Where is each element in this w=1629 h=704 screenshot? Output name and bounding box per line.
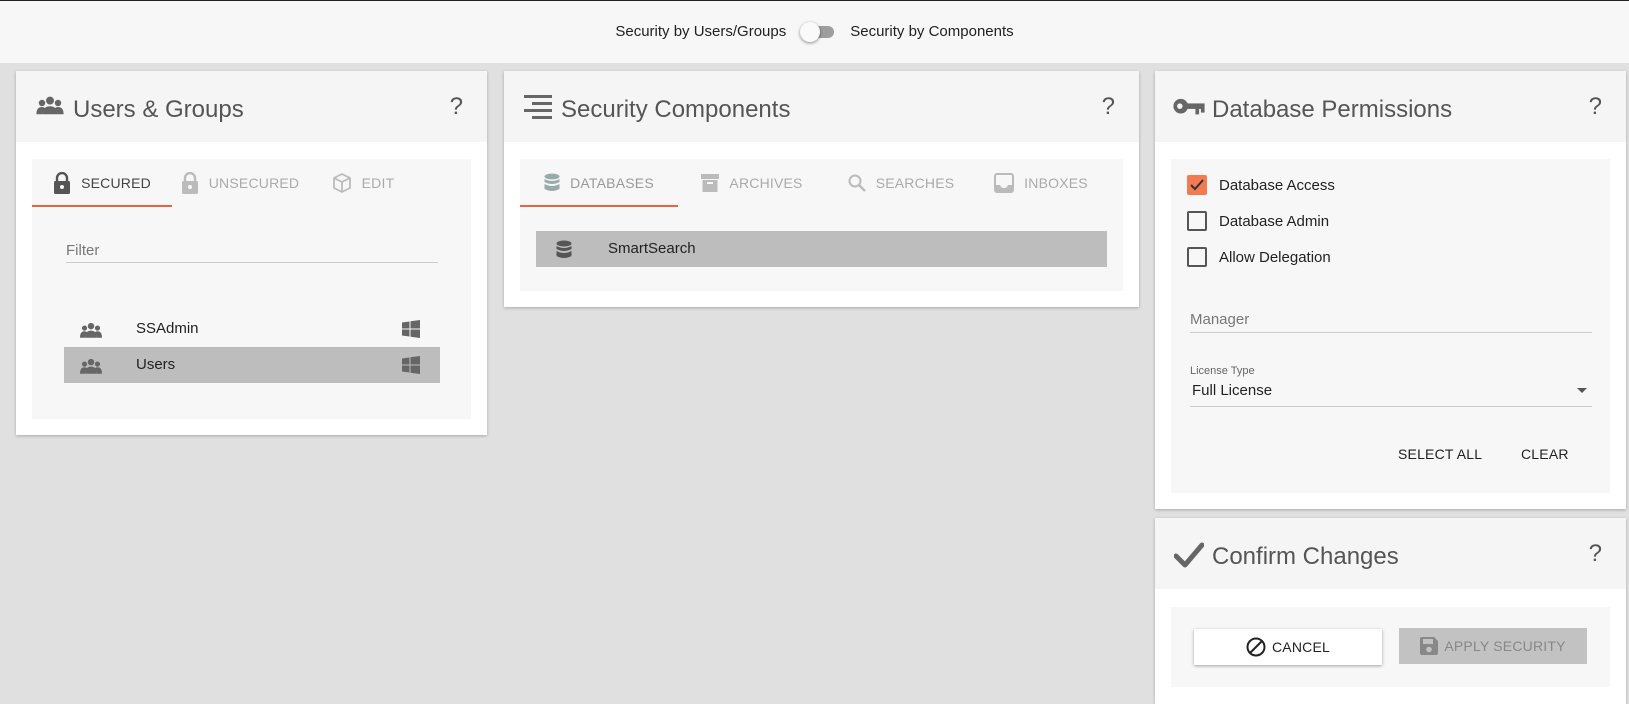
tab-archives[interactable]: ARCHIVES [678,159,826,207]
license-type-select[interactable]: Full License [1190,381,1592,407]
list-item-label: SmartSearch [608,240,696,257]
search-icon [848,174,866,192]
license-type-label: License Type [1190,365,1255,377]
mode-components-label[interactable]: Security by Components [842,23,1021,40]
cube-icon [332,173,351,193]
list-item[interactable]: SmartSearch [536,231,1107,267]
tab-archives-label: ARCHIVES [729,175,803,191]
security-components-panel: Security Components ? DATABASES ARCHIVES [504,71,1139,307]
database-icon [544,173,560,191]
checkbox-checked[interactable] [1187,175,1207,195]
tab-edit-label: EDIT [361,175,395,191]
confirm-changes-header: Confirm Changes ? [1155,518,1626,589]
list-item-label: SSAdmin [136,320,199,337]
users-groups-title: Users & Groups [73,96,244,123]
group-icon [80,322,102,338]
cancel-label: CANCEL [1272,639,1330,655]
select-all-button[interactable]: SELECT ALL [1398,446,1482,462]
checkbox-unchecked[interactable] [1187,247,1207,267]
archive-icon [701,174,720,192]
confirm-changes-panel: Confirm Changes ? CANCEL APPLY SECURITY [1155,518,1626,704]
help-button[interactable]: ? [1102,93,1115,121]
confirm-changes-title: Confirm Changes [1212,543,1399,570]
database-permissions-title: Database Permissions [1212,96,1453,123]
cancel-button[interactable]: CANCEL [1194,629,1382,665]
inbox-icon [994,173,1015,193]
help-button[interactable]: ? [450,93,463,121]
users-groups-tabs: SECURED UNSECURED EDIT [32,159,471,207]
clear-button[interactable]: CLEAR [1521,446,1569,462]
list-item-label: Users [136,356,176,373]
security-components-header: Security Components ? [504,71,1139,142]
filter-input[interactable]: Filter [66,242,438,263]
database-permissions-header: Database Permissions ? [1155,71,1626,142]
component-tabs: DATABASES ARCHIVES SEARCHES INBOXES [520,159,1123,207]
database-access-checkbox[interactable]: Database Access [1187,175,1335,195]
confirm-changes-body: CANCEL APPLY SECURITY [1171,607,1610,687]
tab-secured-label: SECURED [81,175,151,191]
windows-icon [402,356,420,374]
manager-placeholder: Manager [1190,311,1250,328]
apply-security-button[interactable]: APPLY SECURITY [1399,628,1587,664]
tab-unsecured[interactable]: UNSECURED [172,159,308,207]
tab-databases-label: DATABASES [570,175,654,191]
allow-delegation-checkbox[interactable]: Allow Delegation [1187,247,1331,267]
group-icon [80,358,102,374]
filter-placeholder: Filter [66,242,100,259]
check-icon [1190,179,1204,191]
mode-users-groups-label[interactable]: Security by Users/Groups [607,23,794,40]
checkmark-icon [1174,542,1204,568]
key-icon [1173,98,1205,115]
security-mode-toggle: Security by Users/Groups Security by Com… [0,21,1629,42]
security-components-body: DATABASES ARCHIVES SEARCHES INBOXES Smar… [520,159,1123,291]
unlock-icon [181,172,198,194]
align-right-icon [524,95,552,119]
security-components-title: Security Components [561,96,791,123]
tab-inboxes[interactable]: INBOXES [976,159,1106,207]
cancel-icon [1246,637,1266,657]
users-groups-header: Users & Groups ? [16,71,487,142]
tab-edit[interactable]: EDIT [308,159,418,207]
tab-databases[interactable]: DATABASES [520,159,678,207]
database-permissions-body: Database Access Database Admin Allow Del… [1171,159,1610,493]
users-groups-panel: Users & Groups ? SECURED UNSECURED EDIT … [16,71,487,435]
save-icon [1420,637,1439,655]
windows-icon [402,320,420,338]
switch-knob[interactable] [800,22,821,42]
tab-searches-label: SEARCHES [875,175,955,191]
database-permissions-panel: Database Permissions ? Database Access D… [1155,71,1626,509]
checkbox-unchecked[interactable] [1187,211,1207,231]
security-mode-switch[interactable] [800,21,836,42]
caret-down-icon [1577,388,1587,393]
tab-unsecured-label: UNSECURED [208,175,300,191]
checkbox-label: Database Admin [1219,212,1330,230]
help-button[interactable]: ? [1589,93,1602,121]
people-icon [36,96,64,115]
help-button[interactable]: ? [1589,540,1602,568]
checkbox-label: Database Access [1219,176,1335,194]
select-underline [1190,406,1592,407]
tab-secured[interactable]: SECURED [32,159,172,207]
top-bar: Security by Users/Groups Security by Com… [0,0,1629,63]
checkbox-label: Allow Delegation [1219,248,1331,266]
apply-security-label: APPLY SECURITY [1444,638,1566,654]
list-item[interactable]: SSAdmin [64,311,440,347]
manager-field[interactable]: Manager [1190,311,1592,333]
lock-icon [54,172,71,194]
users-groups-body: SECURED UNSECURED EDIT Filter SSAdmin Us… [32,159,471,419]
tab-searches[interactable]: SEARCHES [826,159,976,207]
license-type-value: Full License [1192,382,1273,399]
database-icon [556,240,572,258]
list-item[interactable]: Users [64,347,440,383]
tab-inboxes-label: INBOXES [1024,175,1088,191]
database-admin-checkbox[interactable]: Database Admin [1187,211,1329,231]
